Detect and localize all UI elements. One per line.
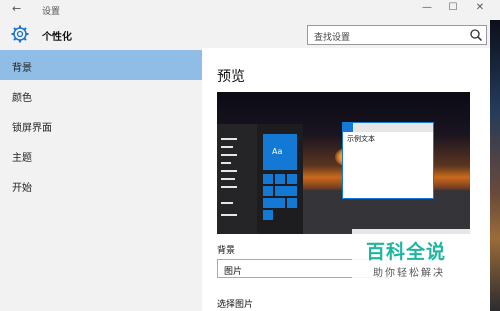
sidebar-item-themes[interactable]: 主题 <box>0 140 202 170</box>
preview-list-line <box>221 186 237 188</box>
preview-list-line <box>221 214 237 216</box>
preview-list-line <box>221 202 233 204</box>
sidebar-item-start[interactable]: 开始 <box>0 170 202 200</box>
preview-list-line <box>221 154 237 156</box>
sidebar-item-colors[interactable]: 颜色 <box>0 80 202 110</box>
watermark-title: 百科全说 <box>366 241 447 263</box>
choose-picture-label: 选择图片 <box>217 300 254 310</box>
background-preview: Aa 示例文本 <box>217 92 470 234</box>
search-placeholder: 查找设置 <box>314 33 351 43</box>
preview-tile <box>275 186 297 196</box>
preview-tile <box>263 210 273 220</box>
gear-icon <box>11 25 29 43</box>
sidebar-item-label: 颜色 <box>12 93 32 104</box>
preview-tile <box>287 174 297 184</box>
sample-window-accent <box>343 123 353 132</box>
background-label: 背景 <box>217 246 236 256</box>
sidebar: 背景 颜色 锁屏界面 主题 开始 <box>0 48 202 311</box>
preview-start-list <box>217 124 257 234</box>
page-header: 个性化 查找设置 <box>0 20 500 48</box>
sample-window-text: 示例文本 <box>347 135 375 143</box>
preview-sample-window: 示例文本 <box>342 122 434 199</box>
maximize-button[interactable]: ☐ <box>441 2 465 13</box>
preview-list-line <box>221 146 233 148</box>
preview-list-line <box>221 162 231 164</box>
title-bar: ← 设置 — ☐ ✕ <box>0 0 500 20</box>
sidebar-item-label: 锁屏界面 <box>12 123 52 134</box>
watermark: 百科全说 助你轻松解决 <box>352 229 490 285</box>
background-dropdown-value: 图片 <box>224 267 243 277</box>
preview-start-menu: Aa <box>217 124 303 234</box>
preview-title: 预览 <box>217 69 245 85</box>
preview-list-line <box>221 178 235 180</box>
watermark-subtitle: 助你轻松解决 <box>373 268 445 279</box>
preview-tile-large: Aa <box>263 134 297 170</box>
close-button[interactable]: ✕ <box>468 2 492 13</box>
sidebar-item-background[interactable]: 背景 <box>0 50 202 80</box>
window-title: 设置 <box>42 7 61 17</box>
sidebar-item-label: 开始 <box>12 183 32 194</box>
preview-tile <box>263 198 285 208</box>
minimize-button[interactable]: — <box>415 2 439 13</box>
desktop-edge <box>490 20 500 311</box>
preview-tile <box>287 198 297 208</box>
sample-window-titlebar <box>343 123 433 132</box>
preview-tile <box>263 186 273 196</box>
preview-tile <box>275 174 285 184</box>
preview-tile-label: Aa <box>272 147 283 156</box>
preview-list-line <box>221 138 237 140</box>
sidebar-item-label: 主题 <box>12 153 32 164</box>
search-icon[interactable] <box>469 28 483 42</box>
sidebar-item-label: 背景 <box>12 63 32 74</box>
preview-tile <box>263 174 273 184</box>
back-arrow-icon[interactable]: ← <box>12 2 21 15</box>
sidebar-item-lock-screen[interactable]: 锁屏界面 <box>0 110 202 140</box>
search-input[interactable]: 查找设置 <box>307 25 487 45</box>
page-title: 个性化 <box>42 32 72 43</box>
preview-list-line <box>221 170 237 172</box>
